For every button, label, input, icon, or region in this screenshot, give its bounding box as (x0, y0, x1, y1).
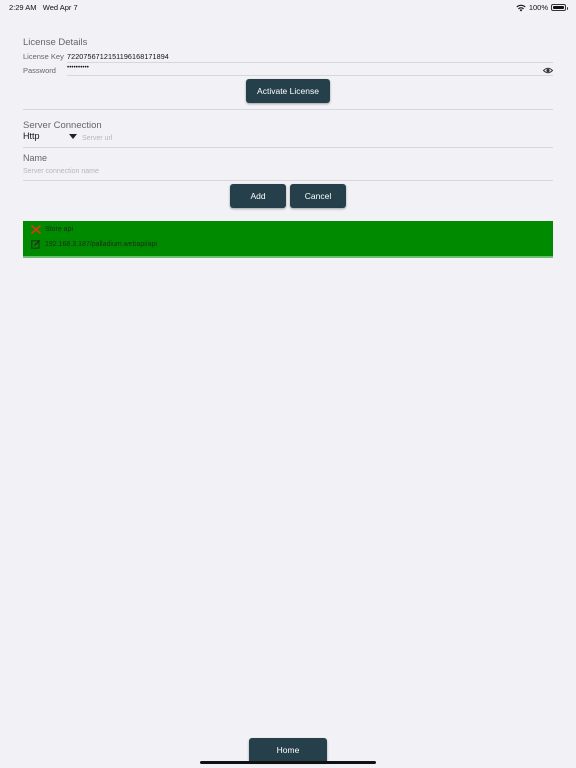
license-key-label: License Key (23, 52, 64, 61)
status-time-text: 2:29 AM (9, 3, 37, 12)
cancel-label: Cancel (304, 191, 332, 201)
connection-url: 192.168.3.187/palladium.webapi/api (45, 240, 158, 248)
connection-url-line: 192.168.3.187/palladium.webapi/api (31, 239, 157, 249)
license-key-field[interactable]: 722075671215119616817189​4 (67, 52, 169, 61)
home-button[interactable]: Home (249, 738, 327, 762)
list-item[interactable]: Store api 192.168.3.187/palladium.webapi… (23, 221, 553, 258)
status-time: 2:29 AM Wed Apr 7 (9, 3, 78, 12)
connection-name-line: Store api (31, 225, 73, 234)
eye-icon[interactable] (543, 67, 553, 74)
connection-name: Store api (45, 226, 74, 233)
protocol-select[interactable]: Http (23, 131, 40, 141)
status-date-text: Wed Apr 7 (42, 3, 78, 12)
connection-name-underline (23, 180, 553, 181)
battery-percent: 100% (528, 3, 548, 12)
cancel-button[interactable]: Cancel (290, 184, 346, 208)
chevron-down-icon[interactable] (69, 134, 77, 139)
server-section-title: Server Connection (23, 120, 102, 131)
delete-icon[interactable] (31, 225, 41, 234)
status-bar: 2:29 AM Wed Apr 7 100% (0, 0, 576, 14)
home-label: Home (276, 745, 300, 755)
battery-icon (551, 4, 568, 11)
password-underline (67, 75, 553, 76)
home-indicator (200, 761, 376, 764)
add-button[interactable]: Add (230, 184, 286, 208)
activate-license-label: Activate License (257, 86, 319, 96)
password-field[interactable]: •••••••••• (67, 65, 89, 71)
battery-fill (553, 6, 564, 9)
section-divider (23, 109, 553, 110)
server-url-input[interactable]: Server url (82, 135, 112, 142)
edit-icon[interactable] (31, 239, 41, 249)
activate-license-button[interactable]: Activate License (246, 79, 330, 103)
server-url-underline (23, 147, 553, 148)
add-label: Add (250, 191, 266, 201)
connection-name-input[interactable]: Server connection name (23, 168, 99, 175)
wifi-icon (516, 4, 526, 11)
status-right: 100% (516, 3, 568, 12)
name-label: Name (23, 153, 48, 163)
password-label: Password (23, 66, 56, 75)
license-key-underline (67, 62, 553, 63)
license-section-title: License Details (23, 37, 88, 48)
